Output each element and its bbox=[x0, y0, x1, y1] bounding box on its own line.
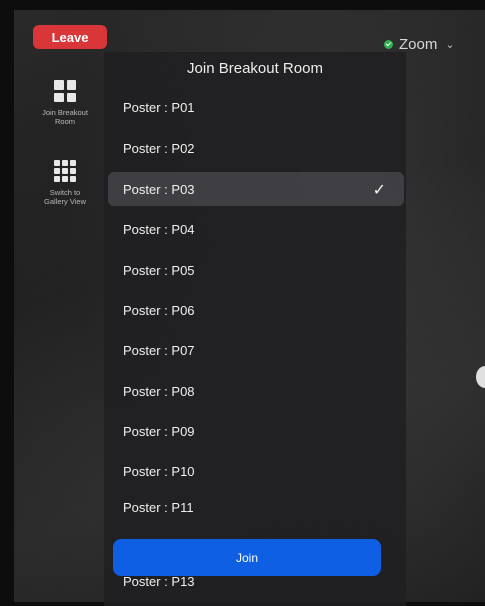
join-button[interactable]: Join bbox=[113, 539, 381, 576]
room-list-item[interactable]: Poster : P01 bbox=[108, 90, 404, 124]
room-label: Poster : P04 bbox=[123, 221, 195, 237]
grid-3x3-icon bbox=[54, 160, 76, 182]
join-breakout-room-button[interactable]: Join Breakout Room bbox=[22, 80, 108, 126]
chevron-down-icon: ⌄ bbox=[445, 38, 455, 51]
room-list-item[interactable]: Poster : P08 bbox=[108, 374, 404, 408]
room-label: Poster : P03 bbox=[123, 181, 195, 197]
room-list-item[interactable]: Poster : P07 bbox=[108, 333, 404, 367]
room-list-item[interactable]: Poster : P05 bbox=[108, 253, 404, 287]
room-label: Poster : P05 bbox=[123, 262, 195, 278]
room-list-item[interactable]: Poster : P04 bbox=[108, 212, 404, 246]
room-label: Poster : P10 bbox=[123, 463, 195, 479]
room-list-item[interactable]: Poster : P06 bbox=[108, 293, 404, 327]
encryption-shield-icon bbox=[384, 39, 393, 49]
dialog-title: Join Breakout Room bbox=[187, 60, 323, 77]
zoom-menu[interactable]: Zoom ⌄ bbox=[384, 34, 455, 54]
room-label: Poster : P01 bbox=[123, 99, 195, 115]
room-label: Poster : P02 bbox=[123, 140, 195, 156]
room-list-item[interactable]: Poster : P10 bbox=[108, 454, 404, 488]
grid-2x2-icon bbox=[54, 80, 76, 102]
room-label: Poster : P06 bbox=[123, 302, 195, 318]
gallery-view-label: Switch to Gallery View bbox=[44, 188, 86, 206]
room-list-item[interactable]: Poster : P03 ✓ bbox=[108, 172, 404, 206]
room-list-item[interactable]: Poster : P09 bbox=[108, 414, 404, 448]
room-list-item[interactable]: Poster : P11 bbox=[108, 490, 404, 524]
room-label: Poster : P11 bbox=[123, 499, 194, 515]
room-label: Poster : P09 bbox=[123, 423, 195, 439]
room-label: Poster : P08 bbox=[123, 383, 195, 399]
leave-button[interactable]: Leave bbox=[33, 25, 107, 49]
gallery-view-button[interactable]: Switch to Gallery View bbox=[22, 160, 108, 206]
checkmark-icon: ✓ bbox=[372, 182, 386, 199]
room-label: Poster : P07 bbox=[123, 342, 195, 358]
room-list-item[interactable]: Poster : P02 bbox=[108, 131, 404, 165]
join-breakout-room-label: Join Breakout Room bbox=[42, 108, 88, 126]
zoom-menu-label: Zoom bbox=[399, 35, 438, 53]
